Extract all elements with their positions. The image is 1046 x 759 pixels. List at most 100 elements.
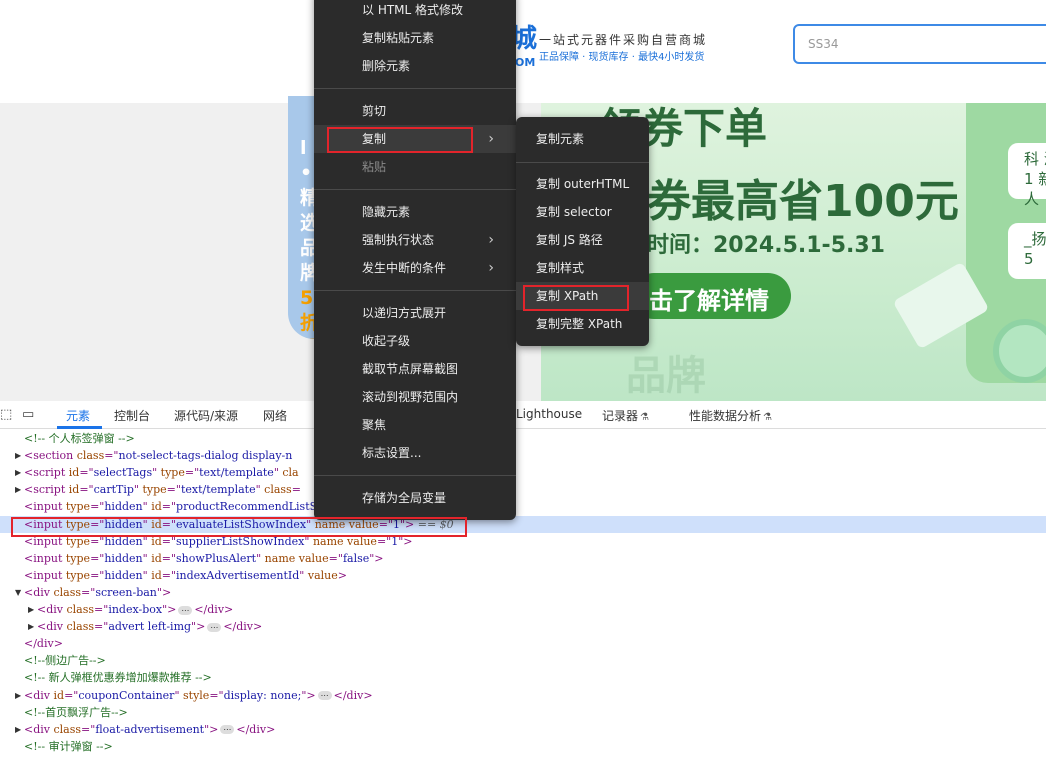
context-menu-item[interactable]: 隐藏元素 bbox=[314, 198, 516, 226]
search-input[interactable] bbox=[795, 26, 1046, 62]
dom-token: <script bbox=[24, 483, 69, 497]
tab-sources[interactable]: 源代码/来源 bbox=[174, 407, 238, 424]
context-menu-item[interactable]: 以 HTML 格式修改 bbox=[314, 0, 516, 24]
context-menu-item[interactable]: 聚焦 bbox=[314, 411, 516, 439]
dom-token: not-select-tags-dialog display-n bbox=[118, 449, 293, 463]
dom-token: </div> bbox=[24, 637, 63, 651]
dom-token: <input bbox=[24, 568, 66, 582]
dom-node[interactable]: ▶ <div class="index-box">… </div> bbox=[0, 601, 1046, 618]
copy-submenu-item[interactable]: 复制 selector bbox=[516, 198, 649, 226]
dom-node[interactable]: ▶ <div class="float-advertisement">… </div… bbox=[0, 721, 1046, 738]
chevron-right-icon: › bbox=[488, 260, 494, 276]
dom-token: =" bbox=[184, 466, 200, 480]
dom-node[interactable]: ▶ <section class="not-select-tags-dialog … bbox=[0, 447, 1046, 464]
device-toolbar-icon[interactable]: ▭ bbox=[22, 407, 34, 422]
dom-token: cla bbox=[282, 466, 299, 480]
dom-token: selectTags bbox=[93, 466, 153, 480]
ellipsis-icon[interactable]: … bbox=[178, 604, 193, 615]
expand-arrow-icon[interactable]: ▶ bbox=[15, 687, 21, 704]
context-menu-item[interactable]: 复制粘贴元素 bbox=[314, 24, 516, 52]
page-header: 城 OM 一站式元器件采购自营商城 正品保障 · 现货库存 · 最快4小时发货 bbox=[0, 0, 1046, 103]
context-menu-item[interactable]: 收起子级 bbox=[314, 327, 516, 355]
search-box[interactable] bbox=[793, 24, 1046, 64]
dom-token: =" bbox=[64, 688, 79, 702]
expand-arrow-icon[interactable]: ▶ bbox=[15, 464, 21, 481]
context-menu-item[interactable]: 滚动到视野范围内 bbox=[314, 383, 516, 411]
dom-token: <!-- 审计弹窗 --> bbox=[24, 739, 113, 753]
dom-token: </div> bbox=[236, 722, 276, 736]
dom-token: " bbox=[142, 568, 152, 582]
collapse-arrow-icon[interactable]: ▼ bbox=[15, 584, 21, 601]
dom-node[interactable]: ▶ <div class="advert left-img">… </div> bbox=[0, 618, 1046, 635]
context-menu-item[interactable]: 存储为全局变量 bbox=[314, 484, 516, 512]
dom-token: =" bbox=[79, 466, 94, 480]
context-menu-item[interactable]: 截取节点屏幕截图 bbox=[314, 355, 516, 383]
dom-node[interactable]: ▼ <div class="screen-ban"> bbox=[0, 584, 1046, 601]
dom-token: <div bbox=[24, 585, 54, 599]
copy-submenu-item-label: 复制元素 bbox=[536, 132, 585, 146]
dom-token: </div> bbox=[223, 620, 263, 634]
dom-token: "> bbox=[162, 603, 177, 616]
context-menu-item[interactable]: 发生中断的条件 › bbox=[314, 254, 516, 282]
tab-elements[interactable]: 元素 bbox=[66, 407, 90, 424]
copy-submenu-item[interactable]: 复制 outerHTML bbox=[516, 170, 649, 198]
dom-token: =" bbox=[161, 551, 177, 565]
ellipsis-icon[interactable]: … bbox=[207, 621, 222, 632]
dom-node-code: <!--首页飘浮广告--> bbox=[24, 704, 128, 721]
devtools-tabbar: ⬚ ▭ 元素 控制台 源代码/来源 网络 Lighthouse 记录器 ⚗ 性能数… bbox=[0, 401, 1046, 429]
dom-node[interactable]: <!-- 新人弹框优惠券增加爆款推荐 --> bbox=[0, 669, 1046, 686]
dom-node[interactable]: ▶ <div id="couponContainer" style="displa… bbox=[0, 687, 1046, 704]
tab-lighthouse[interactable]: Lighthouse bbox=[516, 407, 582, 421]
dom-node[interactable]: </div> bbox=[0, 635, 1046, 652]
dom-node[interactable]: <input type="hidden" id="productRecommen… bbox=[0, 498, 1046, 515]
dom-token: " bbox=[256, 551, 265, 565]
context-menu-item[interactable]: 删除元素 bbox=[314, 52, 516, 80]
tab-console[interactable]: 控制台 bbox=[114, 407, 150, 424]
dom-node[interactable]: <!-- 个人标签弹窗 --> bbox=[0, 430, 1046, 447]
tab-performance-insights[interactable]: 性能数据分析 ⚗ bbox=[689, 407, 772, 424]
dom-token: hidden bbox=[104, 568, 143, 582]
context-menu-item: 粘贴 bbox=[314, 153, 516, 181]
tab-network[interactable]: 网络 bbox=[263, 407, 287, 424]
dom-node[interactable]: <input type="hidden" id="indexAdvertisem… bbox=[0, 567, 1046, 584]
ellipsis-icon[interactable]: … bbox=[317, 690, 332, 700]
dom-node[interactable]: <!-- 审计弹窗 --> bbox=[0, 738, 1046, 755]
dom-token: class bbox=[66, 620, 95, 634]
inspect-element-icon[interactable]: ⬚ bbox=[0, 407, 12, 422]
promo-coupon-card-text: _扬 满5 bbox=[1024, 230, 1046, 268]
expand-arrow-icon[interactable]: ▶ bbox=[15, 721, 21, 738]
expand-arrow-icon[interactable]: ▶ bbox=[15, 481, 21, 498]
copy-submenu-item[interactable]: 复制样式 bbox=[516, 254, 649, 282]
context-menu-item[interactable]: 强制执行状态 › bbox=[314, 226, 516, 254]
copy-submenu-item[interactable]: 复制元素 bbox=[516, 125, 649, 153]
dom-node[interactable]: <!--首页飘浮广告--> bbox=[0, 704, 1046, 721]
context-menu-item[interactable]: 剪切 bbox=[314, 97, 516, 125]
dom-token: couponContainer bbox=[78, 688, 175, 702]
site-tagline: 一站式元器件采购自营商城 bbox=[539, 33, 708, 47]
dom-token: advert left-img bbox=[108, 620, 192, 634]
promo-coupon-card: _扬 满5 bbox=[1008, 223, 1046, 279]
dom-node-code: <section class="not-select-tags-dialog d… bbox=[24, 447, 292, 464]
dom-node[interactable]: ▶ <script id="selectTags" type="text/temp… bbox=[0, 464, 1046, 481]
dom-token: cartTip bbox=[93, 483, 134, 497]
dom-node-code: <input type="hidden" id="productRecommen… bbox=[24, 498, 340, 515]
context-menu-item-label: 删除元素 bbox=[362, 59, 411, 73]
tab-recorder[interactable]: 记录器 ⚗ bbox=[602, 407, 649, 424]
copy-submenu-item[interactable]: 复制完整 XPath bbox=[516, 310, 649, 338]
expand-arrow-icon[interactable]: ▶ bbox=[28, 601, 34, 618]
tab-performance-insights-label: 性能数据分析 bbox=[689, 409, 762, 423]
promo-cta-button[interactable]: 击了解详情 bbox=[631, 273, 791, 319]
dom-node[interactable]: <input type="hidden" id="showPlusAlert" … bbox=[0, 550, 1046, 567]
copy-submenu-item[interactable]: 复制 JS 路径 bbox=[516, 226, 649, 254]
expand-arrow-icon[interactable]: ▶ bbox=[15, 447, 21, 464]
dom-token: "> bbox=[301, 688, 316, 702]
dom-node[interactable]: ▶ <script id="cartTip" type="text/templat… bbox=[0, 481, 1046, 498]
dom-token: </div> bbox=[194, 603, 234, 616]
context-menu-item[interactable]: 标志设置... bbox=[314, 439, 516, 467]
ellipsis-icon[interactable]: … bbox=[220, 724, 235, 735]
dom-node[interactable]: <!--侧边广告--> bbox=[0, 652, 1046, 669]
context-menu-item[interactable]: 以递归方式展开 bbox=[314, 299, 516, 327]
dom-token: > bbox=[337, 568, 347, 582]
expand-arrow-icon[interactable]: ▶ bbox=[28, 618, 34, 635]
site-subtagline: 正品保障 · 现货库存 · 最快4小时发货 bbox=[539, 52, 705, 63]
